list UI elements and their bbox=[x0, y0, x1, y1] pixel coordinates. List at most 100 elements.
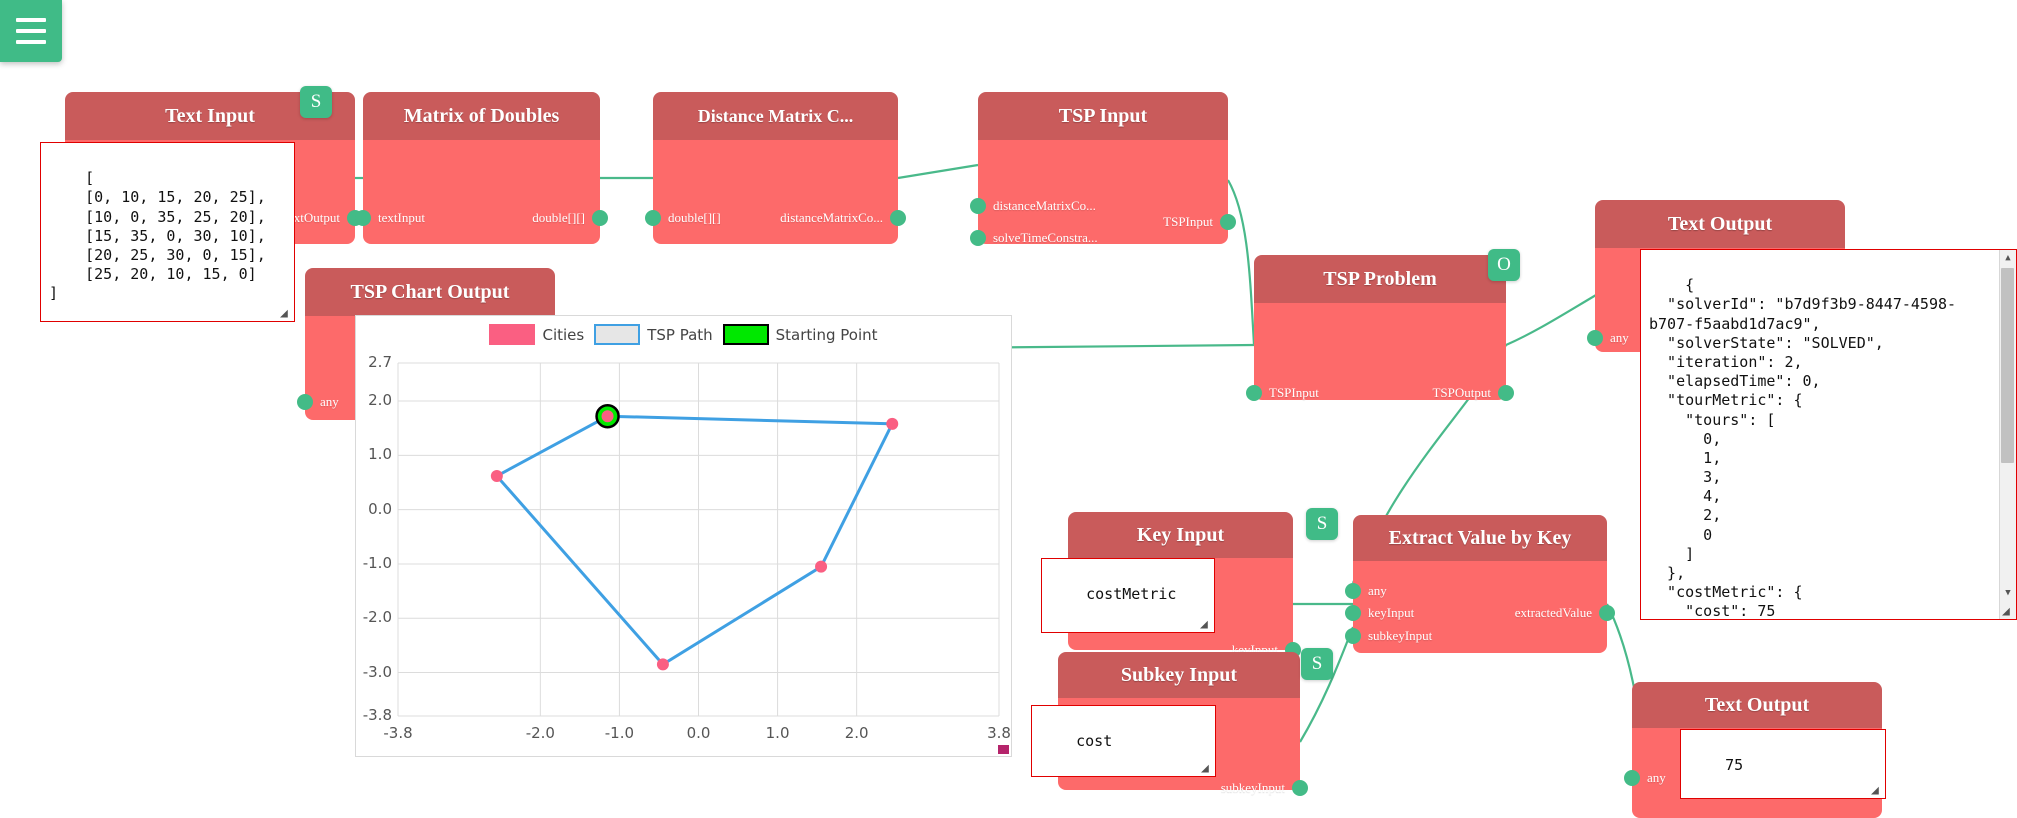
port-dot-icon[interactable] bbox=[970, 230, 986, 246]
port-dot-icon[interactable] bbox=[355, 210, 371, 226]
textarea-scrollbar[interactable]: ▲ ▼ ◢ bbox=[1999, 250, 2016, 619]
port-label: keyInput bbox=[1368, 605, 1415, 620]
city-point bbox=[656, 658, 669, 671]
port-tspoutput[interactable]: TSPOutput bbox=[1432, 385, 1514, 401]
port-label: TSPOutput bbox=[1432, 385, 1491, 400]
port-dot-icon[interactable] bbox=[1345, 628, 1361, 644]
scroll-down-icon[interactable]: ▼ bbox=[2000, 585, 2016, 602]
text-output-json-textarea[interactable]: { "solverId": "b7d9f3b9-8447-4598- b707-… bbox=[1640, 249, 2017, 620]
port-textinput[interactable]: textInput bbox=[355, 210, 425, 226]
city-point bbox=[886, 417, 899, 430]
port-solvetimeconstraint[interactable]: solveTimeConstra... bbox=[970, 230, 1098, 246]
resize-grip-icon[interactable]: ◢ bbox=[1200, 618, 1212, 631]
port-dot-icon[interactable] bbox=[645, 210, 661, 226]
node-title: Subkey Input bbox=[1058, 652, 1300, 698]
badge-s[interactable]: S bbox=[1301, 648, 1333, 680]
port-dot-icon[interactable] bbox=[1498, 385, 1514, 401]
port-label: subkeyInput bbox=[1368, 628, 1433, 643]
port-label: textInput bbox=[378, 210, 425, 225]
port-label: any bbox=[1610, 330, 1629, 345]
port-any-json[interactable]: any bbox=[1587, 330, 1629, 346]
port-doublearray-in[interactable]: double[][] bbox=[645, 210, 721, 226]
node-distance-matrix[interactable]: Distance Matrix C... double[][] distance… bbox=[645, 92, 906, 244]
city-point bbox=[601, 410, 614, 423]
resize-grip-icon[interactable]: ◢ bbox=[1201, 762, 1213, 775]
y-axis-tick-label: 2.0 bbox=[368, 391, 392, 409]
port-any-result[interactable]: any bbox=[1624, 770, 1666, 786]
port-label: any bbox=[1647, 770, 1666, 785]
port-dot-icon[interactable] bbox=[1599, 605, 1615, 621]
subkey-input-textarea[interactable]: cost ◢ bbox=[1031, 705, 1216, 777]
port-distancematrixconfig[interactable]: distanceMatrixCo... bbox=[780, 210, 906, 226]
edge-subkeyinput-extract bbox=[1299, 626, 1355, 743]
chart-corner-marker bbox=[998, 745, 1009, 754]
workflow-canvas[interactable]: Text Input textOutput S [ [0, 10, 15, 20… bbox=[0, 0, 2017, 818]
hamburger-menu-icon[interactable] bbox=[0, 0, 62, 62]
port-any-chart[interactable]: any bbox=[297, 394, 339, 410]
port-label: extractedValue bbox=[1514, 605, 1592, 620]
x-axis-tick-label: 2.0 bbox=[844, 724, 869, 742]
x-axis-tick-label: -1.0 bbox=[604, 724, 635, 742]
port-label: distanceMatrixCo... bbox=[993, 198, 1096, 213]
resize-grip-icon[interactable]: ◢ bbox=[2002, 605, 2015, 618]
scroll-up-icon[interactable]: ▲ bbox=[2000, 250, 2016, 267]
x-axis-tick-label: 0.0 bbox=[686, 724, 711, 742]
text-input-textarea[interactable]: [ [0, 10, 15, 20, 25], [10, 0, 35, 25, 2… bbox=[40, 142, 295, 322]
hamburger-bar-1 bbox=[16, 18, 46, 22]
port-label: double[][] bbox=[532, 210, 585, 225]
hamburger-bar-2 bbox=[16, 29, 46, 33]
port-dot-icon[interactable] bbox=[1345, 583, 1361, 599]
port-subkeyinput-in[interactable]: subkeyInput bbox=[1345, 628, 1432, 644]
y-axis-tick-label: 1.0 bbox=[368, 445, 392, 464]
port-any-extract[interactable]: any bbox=[1345, 583, 1387, 599]
node-body: textInput double[][] bbox=[355, 140, 608, 244]
port-textoutput[interactable]: textOutput bbox=[284, 210, 363, 226]
resize-grip-icon[interactable]: ◢ bbox=[1871, 784, 1883, 797]
node-title: TSP Input bbox=[978, 92, 1228, 140]
tsp-chart[interactable]: Cities TSP Path Starting Point 2.7 2.0 1.0 0.… bbox=[355, 315, 1012, 757]
badge-o[interactable]: O bbox=[1488, 249, 1520, 281]
port-tspinput-out[interactable]: TSPInput bbox=[1163, 214, 1236, 230]
port-label: solveTimeConstra... bbox=[993, 230, 1098, 245]
port-dot-icon[interactable] bbox=[1587, 330, 1603, 346]
port-dot-icon[interactable] bbox=[1220, 214, 1236, 230]
hamburger-bar-3 bbox=[16, 40, 46, 44]
node-extract-value-by-key[interactable]: Extract Value by Key any keyInput subkey… bbox=[1345, 515, 1615, 653]
port-keyinput-in[interactable]: keyInput bbox=[1345, 605, 1414, 621]
port-distancematrixconfig-in[interactable]: distanceMatrixCo... bbox=[970, 198, 1096, 214]
port-dot-icon[interactable] bbox=[970, 198, 986, 214]
node-matrix-of-doubles[interactable]: Matrix of Doubles textInput double[][] bbox=[355, 92, 608, 244]
scroll-thumb[interactable] bbox=[2001, 268, 2014, 463]
node-body: any keyInput subkeyInput extractedValue bbox=[1345, 561, 1615, 653]
badge-s[interactable]: S bbox=[300, 86, 332, 118]
port-dot-icon[interactable] bbox=[1292, 780, 1308, 796]
tsp-path bbox=[494, 414, 895, 667]
key-input-textarea[interactable]: costMetric ◢ bbox=[1041, 558, 1215, 633]
node-tsp-input[interactable]: TSP Input distanceMatrixCo... solveTimeC… bbox=[970, 92, 1236, 246]
x-axis-tick-label: -3.8 bbox=[383, 724, 413, 742]
port-subkeyinput-out[interactable]: subkeyInput bbox=[1221, 780, 1308, 796]
y-axis-tick-label: 0.0 bbox=[368, 499, 392, 518]
edge-distance-tspinput bbox=[897, 163, 979, 180]
port-dot-icon[interactable] bbox=[297, 394, 313, 410]
resize-grip-icon[interactable]: ◢ bbox=[280, 307, 292, 320]
port-dot-icon[interactable] bbox=[1624, 770, 1640, 786]
port-dot-icon[interactable] bbox=[1345, 605, 1361, 621]
port-tspinput-in[interactable]: TSPInput bbox=[1246, 385, 1319, 401]
x-axis-tick-label: 3.8 bbox=[987, 724, 1011, 742]
city-point bbox=[815, 560, 828, 573]
port-dot-icon[interactable] bbox=[592, 210, 608, 226]
port-doublearray[interactable]: double[][] bbox=[532, 210, 608, 226]
badge-s[interactable]: S bbox=[1306, 508, 1338, 540]
port-dot-icon[interactable] bbox=[1246, 385, 1262, 401]
node-tsp-problem[interactable]: TSP Problem TSPInput TSPOutput O bbox=[1246, 249, 1520, 401]
y-axis-tick-label: -3.8 bbox=[362, 706, 392, 724]
port-extractedvalue[interactable]: extractedValue bbox=[1515, 605, 1615, 621]
node-title: Extract Value by Key bbox=[1353, 515, 1607, 561]
text-output-result-textarea[interactable]: 75 ◢ bbox=[1680, 729, 1886, 799]
port-dot-icon[interactable] bbox=[890, 210, 906, 226]
node-body: distanceMatrixCo... solveTimeConstra... … bbox=[970, 140, 1236, 246]
x-axis-tick-label: -2.0 bbox=[525, 724, 555, 742]
textarea-value: [ [0, 10, 15, 20, 25], [10, 0, 35, 25, 2… bbox=[49, 169, 266, 303]
node-body: TSPInput TSPOutput bbox=[1246, 303, 1514, 401]
